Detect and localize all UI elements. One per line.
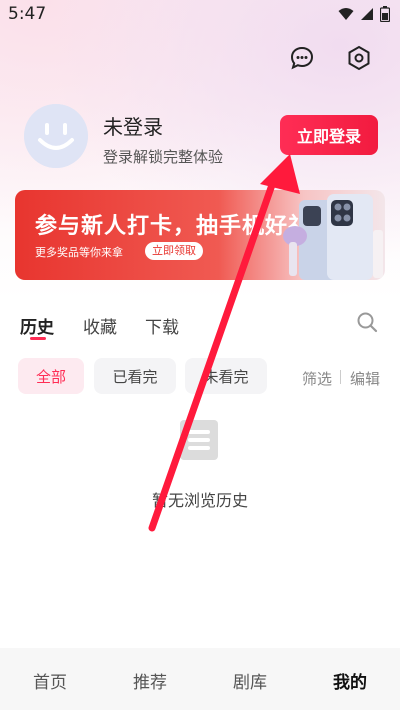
banner-subtitle: 更多奖品等你来拿 <box>35 246 123 259</box>
wifi-icon <box>338 8 354 20</box>
filter-divider <box>340 370 341 384</box>
tab-history[interactable]: 历史 <box>20 313 54 338</box>
login-button[interactable]: 立即登录 <box>280 115 378 155</box>
avatar[interactable] <box>24 104 88 168</box>
hexagon-settings-icon[interactable] <box>345 44 373 72</box>
edit-link[interactable]: 编辑 <box>350 368 380 389</box>
chat-bubble-icon[interactable] <box>288 44 316 72</box>
empty-document-icon <box>177 418 221 462</box>
filter-link[interactable]: 筛选 <box>302 368 332 389</box>
nav-recommend[interactable]: 推荐 <box>100 668 200 693</box>
promo-banner[interactable]: 参与新人打卡，抽手机好礼 更多奖品等你来拿 立即领取 <box>15 190 385 280</box>
bottom-nav: 首页 推荐 剧库 我的 <box>0 648 400 710</box>
banner-title: 参与新人打卡，抽手机好礼 <box>35 214 312 239</box>
banner-claim-button[interactable]: 立即领取 <box>145 242 203 260</box>
tab-favorites[interactable]: 收藏 <box>83 313 117 338</box>
chip-all[interactable]: 全部 <box>18 358 84 394</box>
empty-state-text: 暂无浏览历史 <box>151 491 248 510</box>
status-time: 5:47 <box>8 4 47 24</box>
nav-library[interactable]: 剧库 <box>200 668 300 693</box>
nav-mine[interactable]: 我的 <box>300 668 400 693</box>
chip-unwatched[interactable]: 未看完 <box>185 358 267 394</box>
smiley-avatar-icon <box>24 104 88 168</box>
battery-icon <box>380 6 390 22</box>
status-bar: 5:47 <box>0 0 400 28</box>
signal-icon <box>361 8 373 20</box>
search-icon[interactable] <box>356 311 378 333</box>
username-label[interactable]: 未登录 <box>103 111 163 140</box>
nav-home[interactable]: 首页 <box>0 668 100 693</box>
tab-active-indicator <box>30 337 46 340</box>
chip-watched[interactable]: 已看完 <box>94 358 176 394</box>
status-icons <box>338 6 390 22</box>
tab-downloads[interactable]: 下载 <box>145 313 179 338</box>
login-hint: 登录解锁完整体验 <box>103 148 224 166</box>
banner-product-image <box>283 194 383 280</box>
